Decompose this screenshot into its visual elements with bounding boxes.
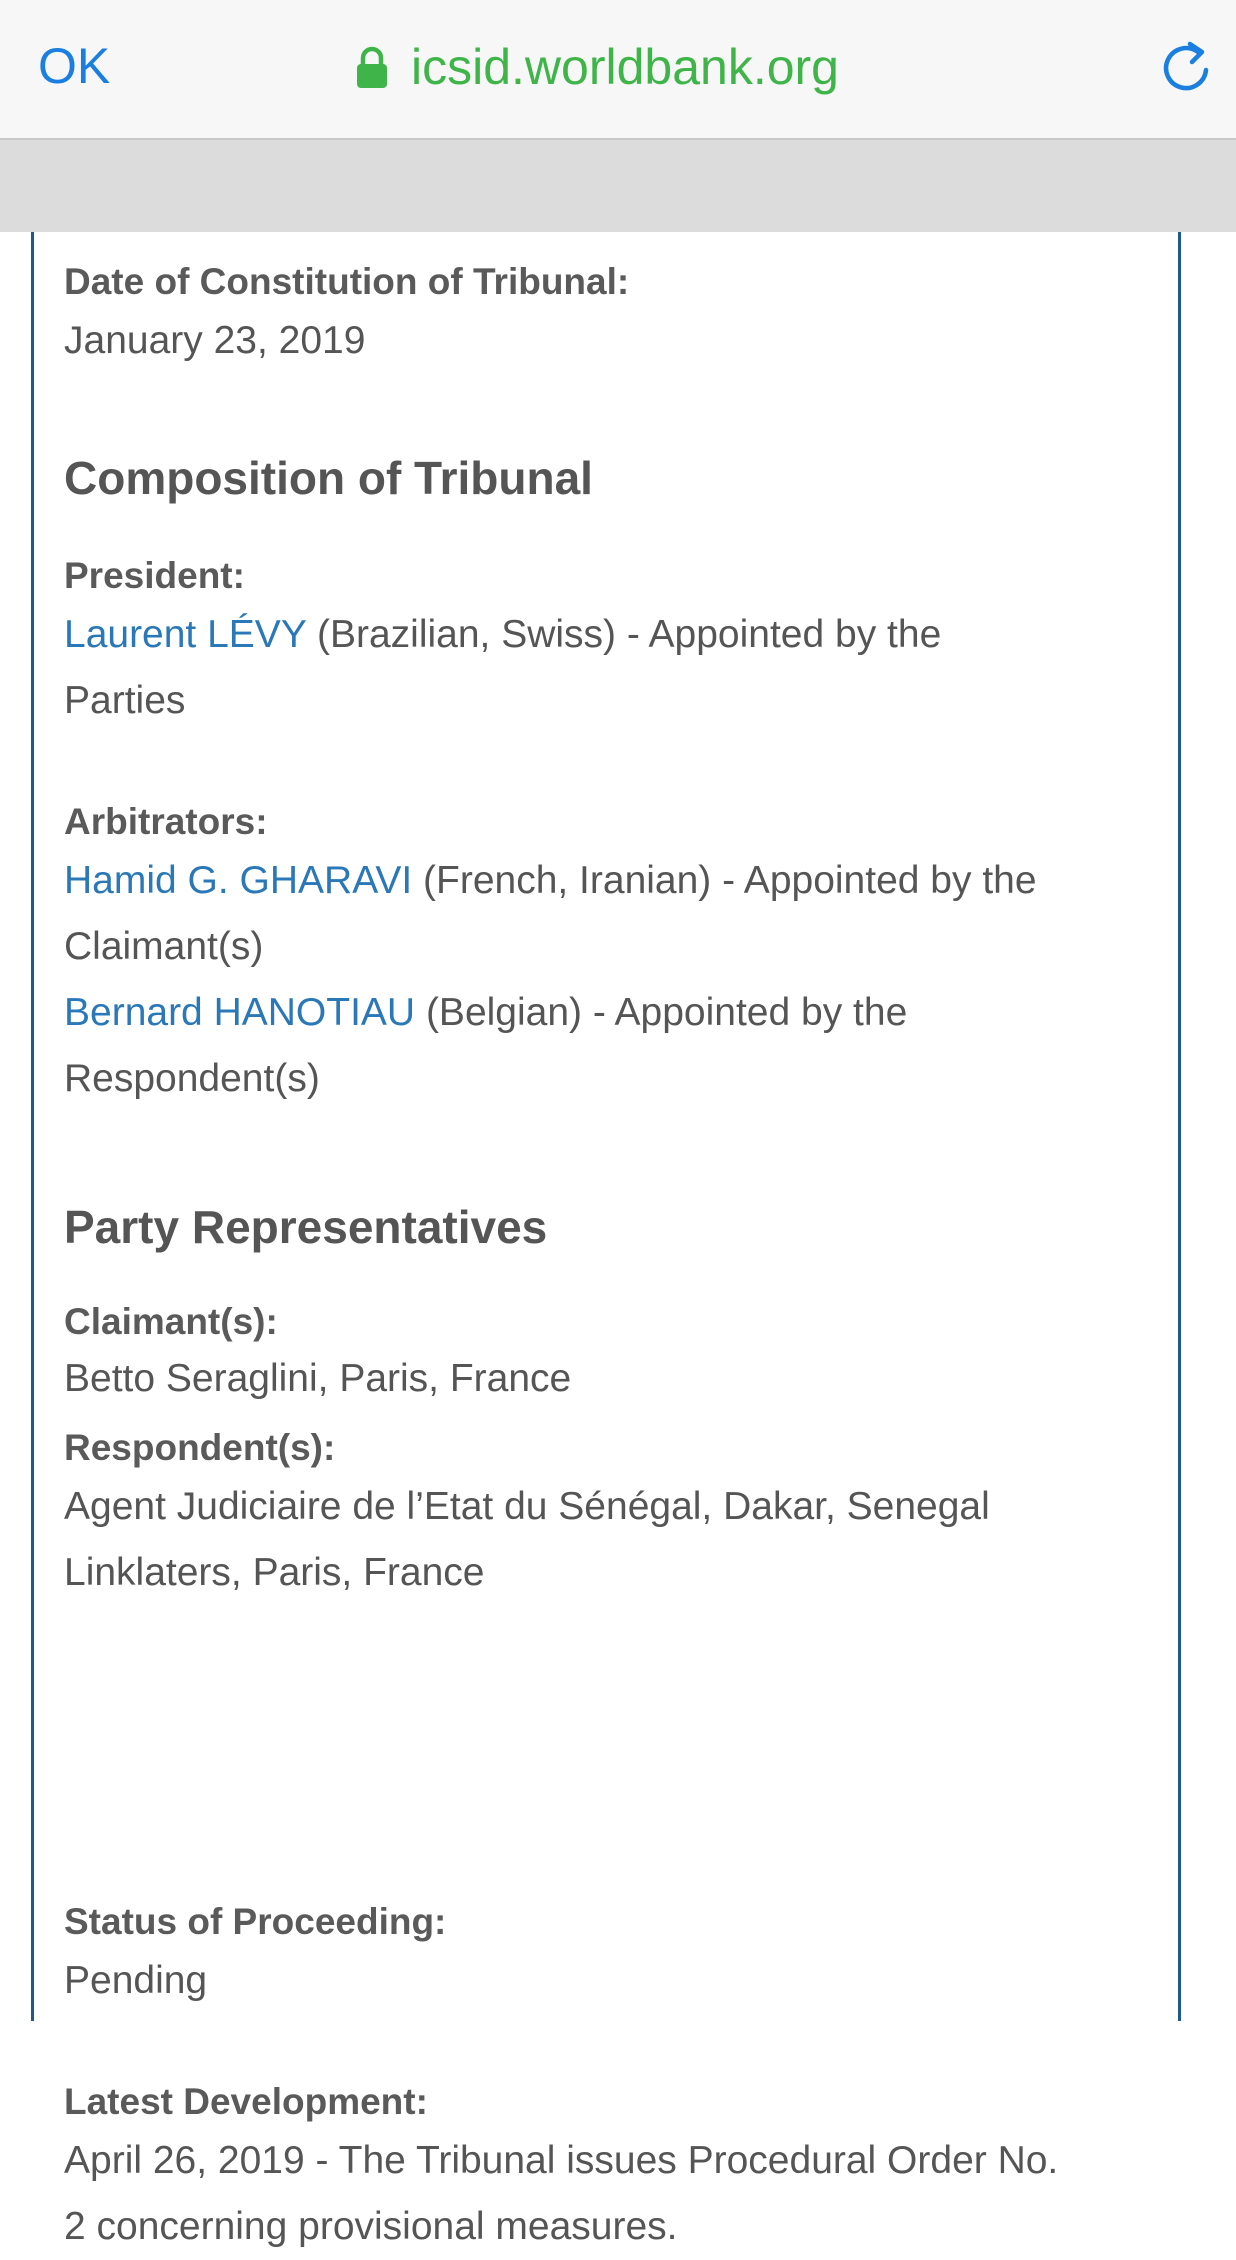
respondent-rep: Linklaters, Paris, France — [64, 1551, 485, 1594]
constitution-date: January 23, 2019 — [64, 319, 366, 362]
respondent-reps: Respondent(s): Agent Judiciaire de l’Eta… — [64, 1422, 1144, 1606]
arbitrator-detail-cont: Respondent(s) — [64, 1057, 320, 1100]
president-label: President: — [64, 555, 245, 596]
arbitrators-section: Arbitrators: Hamid G. GHARAVI (French, I… — [64, 796, 1144, 1112]
representatives-heading: Party Representatives — [64, 1201, 548, 1253]
arbitrator-entry: Bernard HANOTIAU (Belgian) - Appointed b… — [64, 980, 1144, 1112]
president-detail: (Brazilian, Swiss) - Appointed by the — [306, 613, 942, 656]
arbitrator-name-link[interactable]: Hamid G. GHARAVI — [64, 859, 412, 902]
status-section: Status of Proceeding: Pending — [64, 1896, 1144, 2014]
representatives-section: Party Representatives — [64, 1197, 1144, 1257]
arbitrator-detail: (Belgian) - Appointed by the — [415, 991, 908, 1034]
address-bar[interactable]: icsid.worldbank.org — [355, 36, 839, 98]
respondent-label: Respondent(s): — [64, 1427, 336, 1468]
claimant-rep: Betto Seraglini, Paris, France — [64, 1357, 572, 1400]
constitution-label: Date of Constitution of Tribunal: — [64, 261, 630, 302]
latest-section: Latest Development: April 26, 2019 - The… — [64, 2076, 1144, 2260]
ok-button[interactable]: OK — [38, 36, 110, 96]
composition-section: Composition of Tribunal — [64, 448, 1144, 508]
lock-icon — [357, 46, 387, 88]
status-label: Status of Proceeding: — [64, 1901, 447, 1942]
constitution-section: Date of Constitution of Tribunal: Januar… — [64, 256, 1144, 374]
status-value: Pending — [64, 1959, 208, 2002]
browser-toolbar: OK icsid.worldbank.org — [0, 0, 1236, 140]
arbitrator-name-link[interactable]: Bernard HANOTIAU — [64, 991, 415, 1034]
page-header-strip — [0, 140, 1236, 232]
president-entry: Laurent LÉVY (Brazilian, Swiss) - Appoin… — [64, 602, 1144, 734]
latest-line: April 26, 2019 - The Tribunal issues Pro… — [64, 2139, 1059, 2182]
composition-heading: Composition of Tribunal — [64, 452, 593, 504]
respondent-rep: Agent Judiciaire de l’Etat du Sénégal, D… — [64, 1485, 990, 1528]
president-detail-cont: Parties — [64, 679, 186, 722]
url-text: icsid.worldbank.org — [411, 39, 839, 95]
president-section: President: Laurent LÉVY (Brazilian, Swis… — [64, 550, 1144, 734]
latest-label: Latest Development: — [64, 2081, 428, 2122]
reload-icon[interactable] — [1160, 40, 1212, 96]
arbitrator-entry: Hamid G. GHARAVI (French, Iranian) - App… — [64, 848, 1144, 980]
latest-line: 2 concerning provisional measures. — [64, 2205, 678, 2248]
president-name-link[interactable]: Laurent LÉVY — [64, 613, 306, 656]
arbitrators-label: Arbitrators: — [64, 801, 268, 842]
claimant-reps: Claimant(s): Betto Seraglini, Paris, Fra… — [64, 1296, 1144, 1410]
arbitrator-detail: (French, Iranian) - Appointed by the — [412, 859, 1037, 902]
arbitrator-detail-cont: Claimant(s) — [64, 925, 264, 968]
claimant-label: Claimant(s): — [64, 1301, 278, 1342]
